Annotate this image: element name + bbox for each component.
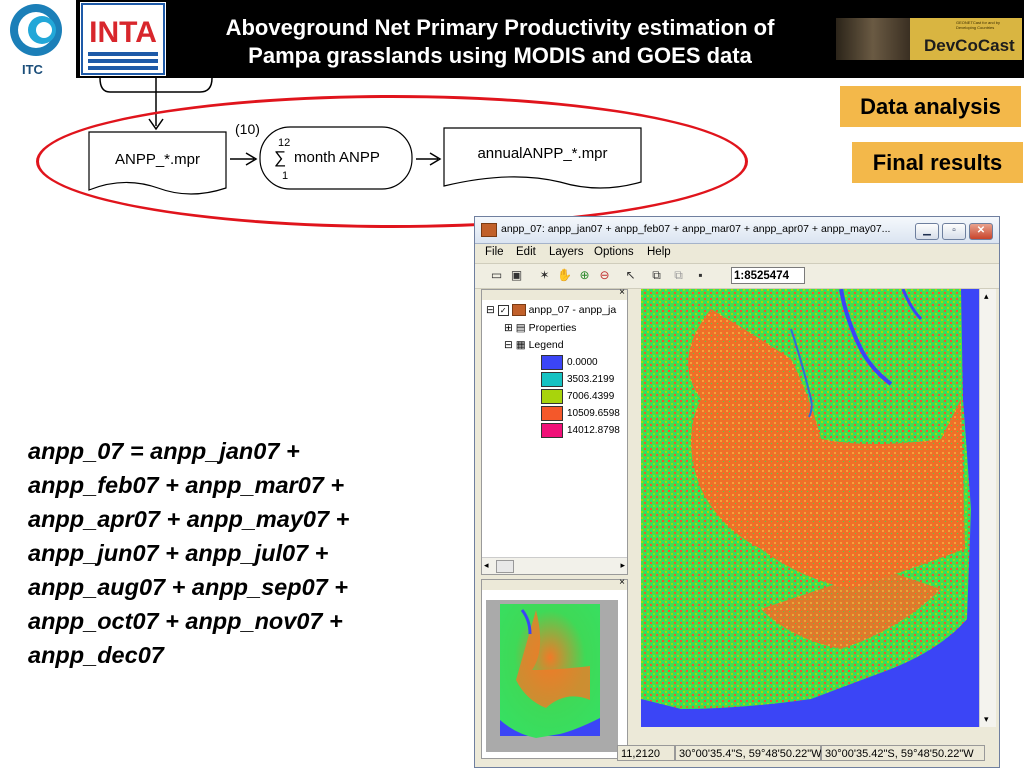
status-rowcol: 11,2120 (617, 745, 675, 761)
legend-value: 7006.4399 (567, 391, 615, 402)
sum-lower-bound: 1 (282, 170, 289, 182)
layer-tree-root[interactable]: ⊟ ✓ anpp_07 - anpp_ja (486, 304, 617, 317)
formula-text: anpp_07 = anpp_jan07 + anpp_feb07 + anpp… (28, 434, 448, 672)
close-button[interactable]: ✕ (969, 223, 993, 240)
output-file-label: annualANPP_*.mpr (477, 144, 608, 162)
scroll-thumb[interactable] (496, 560, 514, 573)
formula-line: anpp_oct07 + anpp_nov07 + (28, 608, 343, 634)
expand-icon[interactable]: ⊞ (504, 322, 513, 334)
slide-header: ITC INTA Aboveground Net Primary Product… (0, 0, 1024, 78)
collapse-icon[interactable]: ⊟ (486, 304, 495, 316)
close-pane-icon[interactable]: × (619, 287, 625, 298)
menu-bar: File Edit Layers Options Help (475, 243, 999, 263)
status-bar: 11,2120 30°00'35.4"S, 59°48'50.22"W 30°0… (475, 743, 999, 765)
status-coord-2: 30°00'35.42"S, 59°48'50.22"W (821, 745, 985, 761)
save-icon[interactable]: ▪ (693, 268, 708, 283)
menu-file[interactable]: File (485, 246, 504, 258)
window-title: anpp_07: anpp_jan07 + anpp_feb07 + anpp_… (501, 223, 891, 235)
devcocast-face-image (836, 18, 910, 60)
formula-line: anpp_jun07 + anpp_jul07 + (28, 540, 329, 566)
scroll-right-icon[interactable]: ▸ (620, 560, 625, 571)
slide-title: Aboveground Net Primary Productivity est… (168, 14, 832, 70)
legend-label: Legend (528, 339, 564, 351)
legend-node[interactable]: ⊟ ▦ Legend (504, 339, 564, 351)
devcocast-name: DevCoCast (924, 36, 1015, 55)
legend-value: 10509.6598 (567, 408, 620, 419)
map-view[interactable] (641, 289, 979, 727)
menu-help[interactable]: Help (647, 246, 671, 258)
legend-value: 0.0000 (567, 357, 598, 368)
legend-value: 14012.8798 (567, 425, 620, 436)
properties-node[interactable]: ⊞ ▤ Properties (504, 322, 576, 334)
devcocast-logo: GEONETCast for and by Developing Countri… (836, 18, 1022, 60)
properties-label: Properties (528, 322, 577, 334)
legend-value: 3503.2199 (567, 374, 615, 385)
legend-icon: ▦ (515, 339, 526, 351)
itc-logo-text: ITC (22, 62, 44, 77)
overview-map[interactable] (486, 600, 618, 752)
scroll-up-icon[interactable]: ▴ (984, 291, 989, 302)
scroll-left-icon[interactable]: ◂ (484, 560, 489, 571)
step-number: (10) (235, 121, 260, 137)
paste-icon[interactable]: ⧉ (671, 268, 686, 283)
inta-logo-text: INTA (89, 16, 157, 49)
entire-map-icon[interactable]: ▭ (489, 268, 504, 283)
formula-line: anpp_feb07 + anpp_mar07 + (28, 472, 345, 498)
zoom-out-icon[interactable]: ⊖ (597, 268, 612, 283)
raster-layer-icon (511, 304, 526, 317)
sum-symbol: ∑ (274, 148, 287, 167)
status-coord-1: 30°00'35.4"S, 59°48'50.22"W (675, 745, 822, 761)
minimize-button[interactable]: ▁ (915, 223, 939, 240)
scale-input[interactable]: 1:8525474 (731, 267, 805, 284)
legend-swatch[interactable] (541, 406, 563, 421)
legend-swatch[interactable] (541, 423, 563, 438)
legend-swatch[interactable] (541, 372, 563, 387)
toolbar: ▭ ▣ ✶ ✋ ⊕ ⊖ ↖ ⧉ ⧉ ▪ 1:8525474 (475, 263, 999, 289)
normal-view-icon[interactable]: ▣ (509, 268, 524, 283)
overview-pane: × (481, 577, 628, 759)
legend-swatch[interactable] (541, 355, 563, 370)
zoom-in-icon[interactable]: ⊕ (577, 268, 592, 283)
data-analysis-tag: Data analysis (840, 86, 1021, 127)
overview-map-frame[interactable] (486, 600, 618, 752)
legend-swatch[interactable] (541, 389, 563, 404)
input-file-label: ANPP_*.mpr (114, 150, 201, 168)
layer-tree-pane: × ⊟ ✓ anpp_07 - anpp_ja ⊞ ▤ Properties ⊟… (481, 287, 628, 575)
final-results-tag: Final results (852, 142, 1023, 183)
layer-name: anpp_07 - anpp_ja (528, 304, 617, 316)
copy-icon[interactable]: ⧉ (649, 268, 664, 283)
window-titlebar[interactable]: anpp_07: anpp_jan07 + anpp_feb07 + anpp_… (475, 217, 999, 244)
menu-layers[interactable]: Layers (549, 246, 584, 258)
measure-icon[interactable]: ✶ (537, 268, 552, 283)
devcocast-tagline: GEONETCast for and by Developing Countri… (956, 20, 1001, 30)
pan-hand-icon[interactable]: ✋ (557, 268, 572, 283)
map-window-icon (481, 223, 497, 237)
slide-title-line1: Aboveground Net Primary Productivity est… (225, 15, 775, 40)
anpp-raster-map[interactable] (641, 289, 979, 727)
menu-edit[interactable]: Edit (516, 246, 536, 258)
collapse-icon[interactable]: ⊟ (504, 339, 513, 351)
formula-line: anpp_dec07 (28, 642, 164, 668)
layer-checkbox[interactable]: ✓ (497, 305, 509, 316)
close-pane-icon[interactable]: × (619, 577, 625, 588)
pane-header: × (482, 287, 627, 300)
slide-title-line2: Pampa grasslands using MODIS and GOES da… (248, 43, 752, 68)
formula-line: anpp_apr07 + anpp_may07 + (28, 506, 350, 532)
pane-header: × (482, 577, 627, 590)
inta-logo: INTA (80, 2, 166, 76)
itc-logo: ITC (0, 0, 76, 78)
menu-options[interactable]: Options (594, 246, 634, 258)
maximize-button[interactable]: ▫ (942, 223, 966, 240)
formula-line: anpp_07 = anpp_jan07 + (28, 438, 300, 464)
vertical-scrollbar[interactable]: ▴ ▾ (979, 289, 996, 727)
scroll-down-icon[interactable]: ▾ (984, 714, 989, 725)
formula-line: anpp_aug07 + anpp_sep07 + (28, 574, 348, 600)
properties-icon: ▤ (515, 322, 526, 334)
process-label: month ANPP (294, 149, 380, 166)
map-window[interactable]: anpp_07: anpp_jan07 + anpp_feb07 + anpp_… (474, 216, 1000, 768)
select-pointer-icon[interactable]: ↖ (623, 268, 638, 283)
horizontal-scrollbar[interactable]: ◂ ▸ (482, 557, 627, 574)
